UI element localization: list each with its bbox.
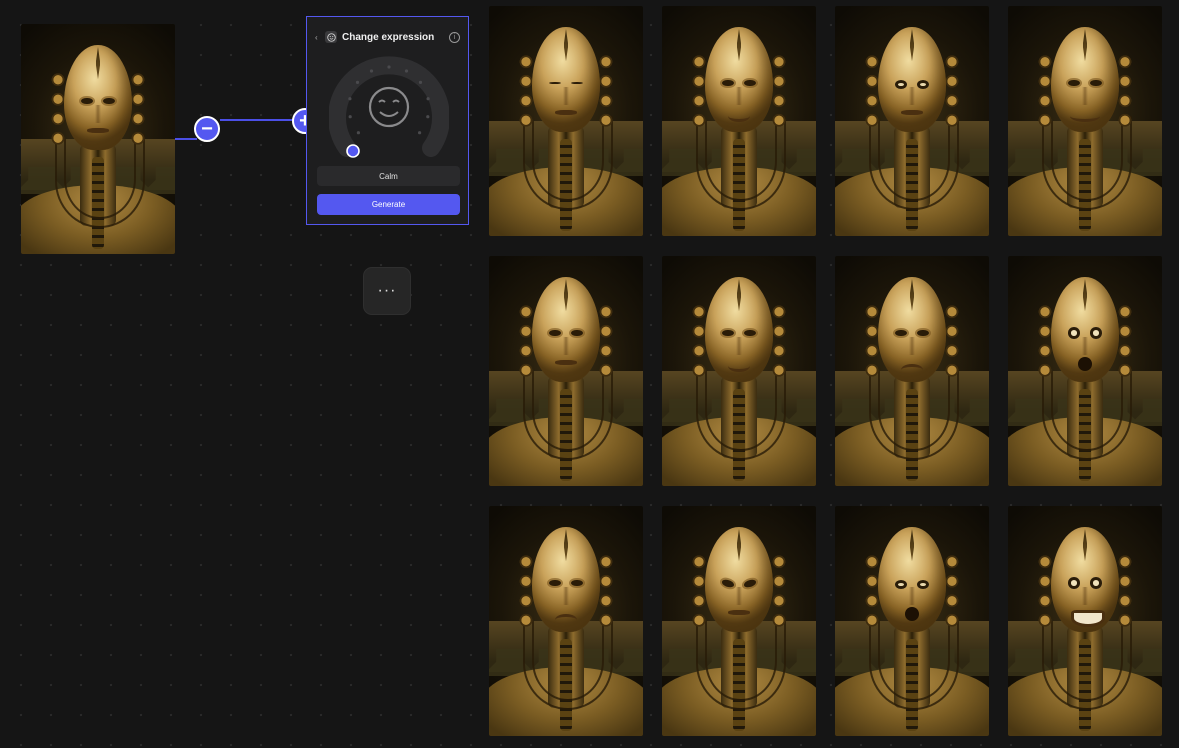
- result-image-gasp[interactable]: [835, 506, 989, 736]
- connector-line-2: [220, 119, 294, 121]
- result-image-sad[interactable]: [835, 256, 989, 486]
- dial-step-dot: [348, 97, 352, 101]
- result-image-closed-eyes[interactable]: [489, 6, 643, 236]
- back-chevron-icon[interactable]: ‹: [315, 33, 325, 42]
- dial-step-dot: [404, 69, 409, 73]
- node-canvas[interactable]: − + ‹ Change expression i Calm Generate …: [0, 0, 1179, 748]
- result-image-shock[interactable]: [1008, 256, 1162, 486]
- more-options-button[interactable]: ···: [363, 267, 411, 315]
- dial-step-dot: [426, 115, 430, 119]
- result-image-surprised[interactable]: [835, 6, 989, 236]
- result-image-smile[interactable]: [662, 6, 816, 236]
- dial-handle[interactable]: [346, 144, 360, 158]
- dial-step-dot: [355, 80, 360, 84]
- dial-step-dot: [348, 115, 352, 119]
- smiley-face-icon: [368, 86, 410, 128]
- dial-step-dot: [387, 65, 391, 69]
- change-expression-node[interactable]: ‹ Change expression i Calm Generate: [306, 16, 469, 225]
- expression-dial[interactable]: [329, 55, 449, 161]
- expression-icon: [325, 31, 337, 43]
- dial-step-dot: [426, 97, 430, 101]
- result-image-joy[interactable]: [1008, 506, 1162, 736]
- result-image-smile[interactable]: [662, 256, 816, 486]
- remove-connection-button[interactable]: −: [194, 116, 220, 142]
- dial-step-dot: [356, 131, 360, 135]
- node-title: Change expression: [342, 31, 435, 43]
- connector-line-1: [175, 138, 197, 140]
- source-image[interactable]: [21, 24, 175, 254]
- info-icon[interactable]: i: [449, 31, 460, 43]
- result-image-angry[interactable]: [662, 506, 816, 736]
- dial-step-dot: [418, 131, 422, 135]
- expression-value-field[interactable]: Calm: [317, 166, 460, 186]
- generate-button[interactable]: Generate: [317, 194, 460, 215]
- node-header: ‹ Change expression i: [315, 29, 460, 45]
- dial-step-dot: [418, 80, 423, 84]
- result-image-grin[interactable]: [1008, 6, 1162, 236]
- result-image-neutral[interactable]: [489, 256, 643, 486]
- dial-step-dot: [369, 69, 374, 73]
- result-image-frown[interactable]: [489, 506, 643, 736]
